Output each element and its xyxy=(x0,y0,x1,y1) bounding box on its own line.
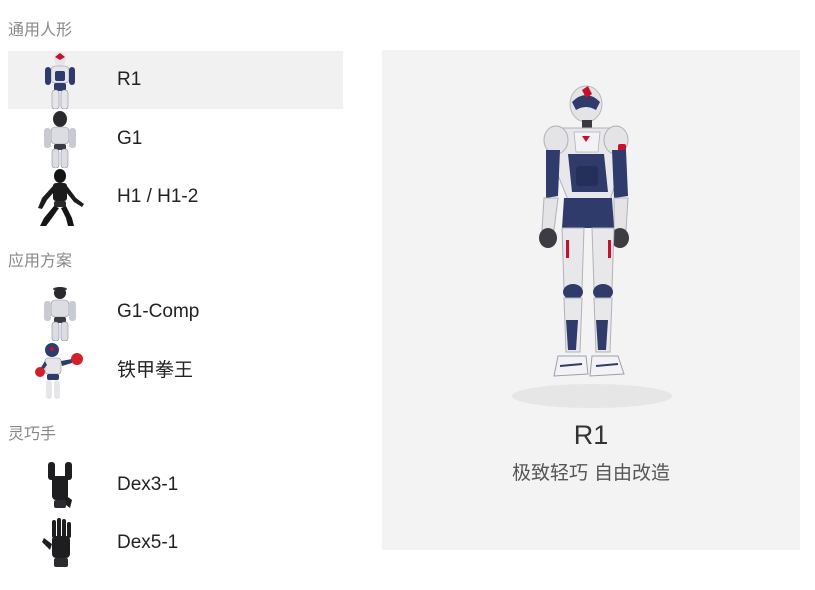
group-title-humanoid: 通用人形 xyxy=(8,22,73,39)
dexterous-hand-dex3-icon xyxy=(30,456,90,514)
robot-r1-icon xyxy=(30,51,90,109)
menu-item-label: 铁甲拳王 xyxy=(117,359,194,381)
product-menu-page: 通用人形 R1 G1 H1 / H1-2 应用方案 G1-Comp 铁甲拳王 灵… xyxy=(0,0,815,590)
menu-item-label: R1 xyxy=(117,69,142,90)
menu-item-label: Dex5-1 xyxy=(117,532,179,553)
menu-item-h1[interactable]: H1 / H1-2 xyxy=(8,168,343,226)
menu-item-boxing-robot[interactable]: 铁甲拳王 xyxy=(8,341,343,399)
menu-item-label: H1 / H1-2 xyxy=(117,186,199,207)
menu-item-dex5-1[interactable]: Dex5-1 xyxy=(8,514,343,572)
robot-g1-comp-icon xyxy=(30,283,90,341)
robot-g1-icon xyxy=(30,110,90,168)
menu-item-dex3-1[interactable]: Dex3-1 xyxy=(8,456,343,514)
menu-item-label: Dex3-1 xyxy=(117,474,179,495)
product-preview-panel: R1 极致轻巧 自由改造 xyxy=(382,50,800,550)
boxing-robot-icon xyxy=(30,341,90,399)
robot-r1-image xyxy=(502,80,682,410)
preview-product-description: 极致轻巧 自由改造 xyxy=(511,462,671,484)
menu-item-label: G1 xyxy=(117,128,143,149)
preview-product-name: R1 xyxy=(573,420,609,450)
menu-item-label: G1-Comp xyxy=(117,301,200,322)
menu-item-g1[interactable]: G1 xyxy=(8,110,343,168)
group-title-solutions: 应用方案 xyxy=(8,253,73,270)
menu-item-r1[interactable]: R1 xyxy=(8,51,343,109)
robot-h1-icon xyxy=(30,168,90,226)
dexterous-hand-dex5-icon xyxy=(30,514,90,572)
group-title-dexterous-hands: 灵巧手 xyxy=(8,426,57,443)
menu-item-g1-comp[interactable]: G1-Comp xyxy=(8,283,343,341)
